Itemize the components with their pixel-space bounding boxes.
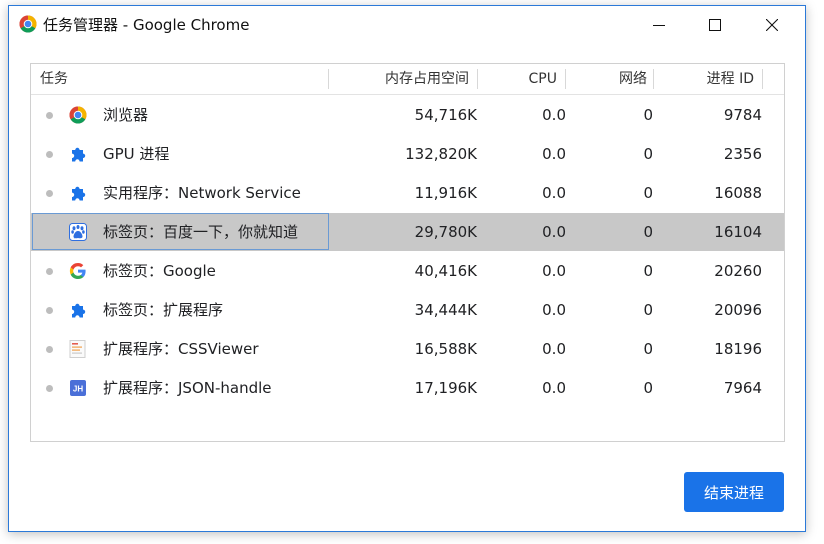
puzzle-icon: [72, 303, 86, 318]
row-bullet: [46, 151, 53, 158]
pid-value: 20096: [714, 301, 762, 319]
google-g-icon: [69, 263, 86, 279]
row-bullet: [46, 268, 53, 275]
memory-value: 34,444K: [414, 301, 477, 319]
cpu-value: 0.0: [542, 340, 566, 358]
row-bullet: [46, 385, 53, 392]
table-header: 任务 内存占用空间 CPU 网络 进程 ID: [31, 64, 784, 95]
table-row[interactable]: 标签页：扩展程序 34,444K 0.0 0 20096: [31, 291, 784, 329]
cpu-value: 0.0: [542, 145, 566, 163]
task-name: GPU 进程: [103, 145, 170, 163]
table-row[interactable]: 标签页：Google 40,416K 0.0 0 20260: [31, 252, 784, 290]
network-value: 0: [643, 145, 653, 163]
table-row[interactable]: 扩展程序：JSON-handle 17,196K 0.0 0 7964: [31, 369, 784, 407]
cpu-value: 0.0: [542, 184, 566, 202]
window-title: 任务管理器 - Google Chrome: [43, 16, 250, 34]
column-header-pid[interactable]: 进程 ID: [659, 70, 754, 88]
row-bullet: [46, 307, 53, 314]
task-manager-window: 任务管理器 - Google Chrome 任务 内存占用空间 CPU 网络 进…: [8, 5, 806, 532]
chrome-icon: [19, 15, 37, 33]
memory-value: 16,588K: [414, 340, 477, 358]
puzzle-icon: [72, 186, 86, 201]
network-value: 0: [643, 340, 653, 358]
table-row[interactable]: 扩展程序：CSSViewer 16,588K 0.0 0 18196: [31, 330, 784, 368]
table-row[interactable]: GPU 进程 132,820K 0.0 0 2356: [31, 135, 784, 173]
cssviewer-icon: [69, 340, 86, 358]
close-button[interactable]: [749, 6, 795, 44]
network-value: 0: [643, 301, 653, 319]
table-row[interactable]: 实用程序：Network Service 11,916K 0.0 0 16088: [31, 174, 784, 212]
column-header-network[interactable]: 网络: [571, 70, 647, 88]
column-divider[interactable]: [762, 69, 763, 89]
row-bullet: [46, 112, 53, 119]
cpu-value: 0.0: [542, 301, 566, 319]
memory-value: 11,916K: [414, 184, 477, 202]
task-name: 扩展程序：CSSViewer: [103, 340, 259, 358]
memory-value: 29,780K: [414, 223, 477, 241]
task-name: 标签页：Google: [103, 262, 216, 280]
task-name: 扩展程序：JSON-handle: [103, 379, 272, 397]
column-divider[interactable]: [653, 69, 654, 89]
table-row[interactable]: 浏览器 54,716K 0.0 0 9784: [31, 96, 784, 134]
pid-value: 20260: [714, 262, 762, 280]
title-bar: 任务管理器 - Google Chrome: [9, 6, 805, 44]
column-header-cpu[interactable]: CPU: [481, 70, 557, 88]
task-name: 浏览器: [103, 106, 149, 124]
task-name: 标签页：百度一下，你就知道: [103, 223, 299, 241]
jh-icon: [70, 380, 86, 396]
cpu-value: 0.0: [542, 262, 566, 280]
memory-value: 17,196K: [414, 379, 477, 397]
pid-value: 7964: [723, 379, 762, 397]
pid-value: 2356: [723, 145, 762, 163]
memory-value: 132,820K: [405, 145, 477, 163]
table-row-selected[interactable]: 标签页：百度一下，你就知道 29,780K 0.0 0 16104: [31, 213, 784, 251]
baidu-paw-icon: [69, 223, 87, 241]
cpu-value: 0.0: [542, 106, 566, 124]
minimize-button[interactable]: [636, 6, 682, 44]
row-bullet: [46, 190, 53, 197]
process-table: 任务 内存占用空间 CPU 网络 进程 ID 浏览器 54,716K 0.0 0…: [30, 63, 785, 442]
column-header-memory[interactable]: 内存占用空间: [331, 70, 469, 88]
row-bullet: [46, 346, 53, 353]
network-value: 0: [643, 184, 653, 202]
memory-value: 40,416K: [414, 262, 477, 280]
close-icon: [766, 19, 778, 31]
column-divider[interactable]: [328, 69, 329, 89]
memory-value: 54,716K: [414, 106, 477, 124]
minimize-icon: [653, 25, 665, 26]
column-divider[interactable]: [477, 69, 478, 89]
network-value: 0: [643, 262, 653, 280]
pid-value: 9784: [723, 106, 762, 124]
pid-value: 18196: [714, 340, 762, 358]
pid-value: 16088: [714, 184, 762, 202]
maximize-button[interactable]: [692, 6, 738, 44]
cpu-value: 0.0: [542, 379, 566, 397]
network-value: 0: [643, 223, 653, 241]
maximize-icon: [709, 19, 721, 31]
chrome-icon: [69, 106, 87, 124]
puzzle-icon: [72, 147, 86, 162]
task-name: 实用程序：Network Service: [103, 184, 301, 202]
cpu-value: 0.0: [542, 223, 566, 241]
column-divider[interactable]: [565, 69, 566, 89]
task-name: 标签页：扩展程序: [103, 301, 224, 319]
network-value: 0: [643, 379, 653, 397]
pid-value: 16104: [714, 223, 762, 241]
end-process-button[interactable]: 结束进程: [684, 472, 784, 512]
column-header-task[interactable]: 任务: [40, 70, 68, 88]
network-value: 0: [643, 106, 653, 124]
